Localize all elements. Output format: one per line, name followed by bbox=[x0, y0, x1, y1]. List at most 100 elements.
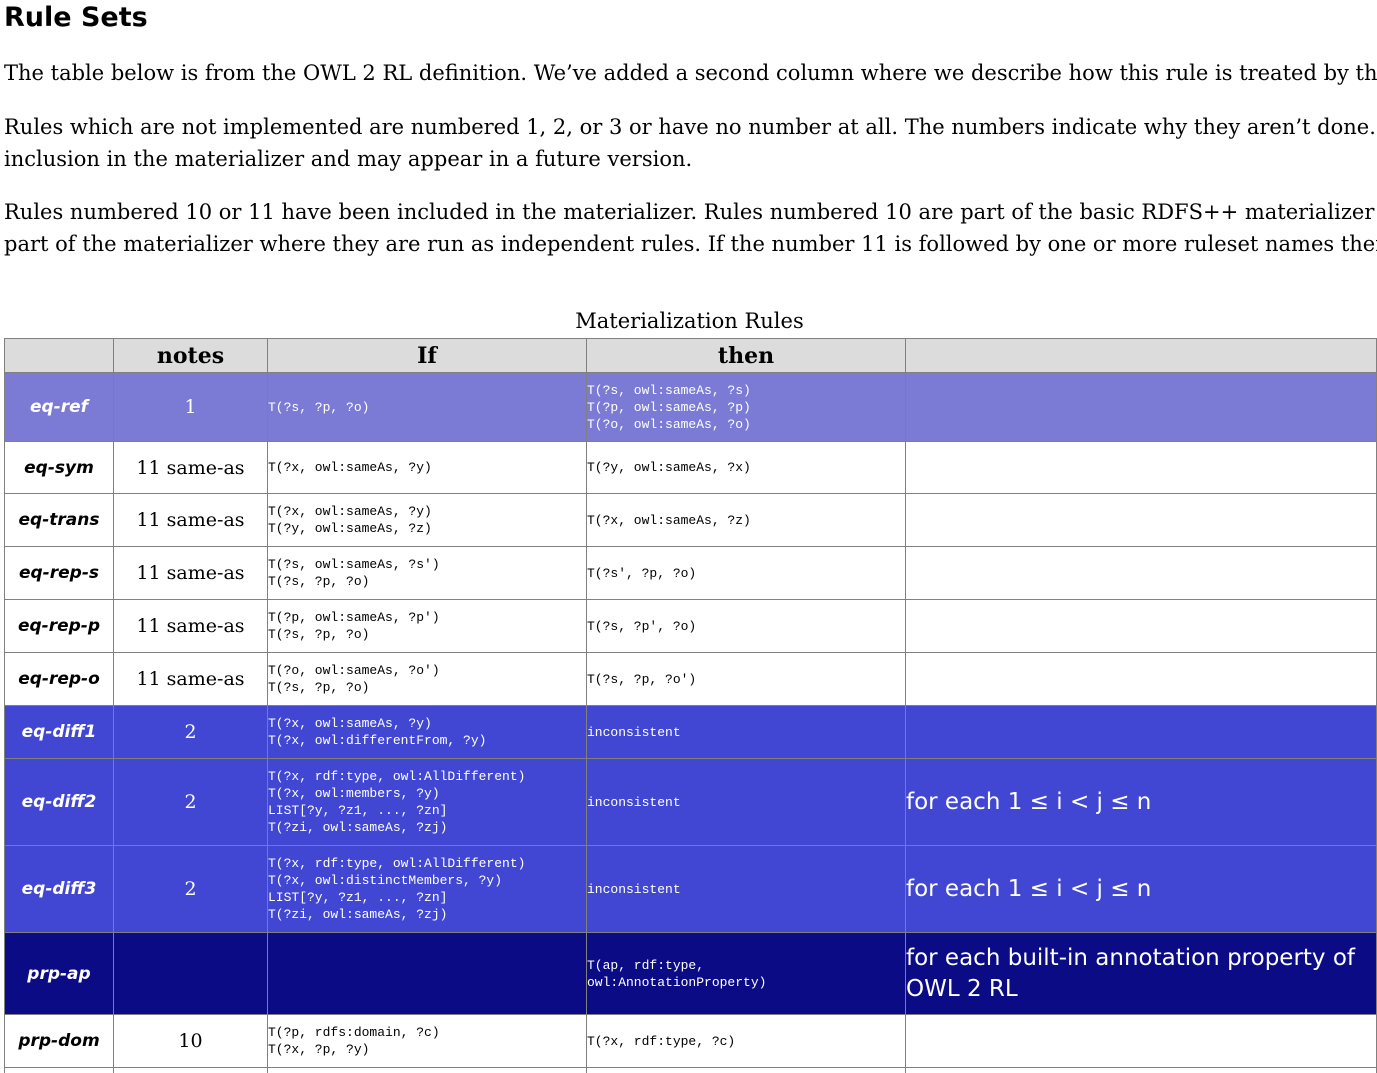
header-if: If bbox=[267, 338, 587, 373]
rule-name: prp-ap bbox=[4, 932, 114, 1015]
rule-notes: 11 same-as bbox=[113, 599, 268, 653]
rule-if-line: T(?x, owl:differentFrom, ?y) bbox=[268, 733, 487, 748]
rule-then-line: T(?p, owl:sameAs, ?p) bbox=[587, 399, 751, 415]
paragraph-line: part of the materializer where they are … bbox=[4, 231, 1377, 256]
rule-if-line: T(?s, ?p, ?o) bbox=[268, 574, 370, 589]
rule-notes: 11 same-as bbox=[113, 493, 268, 547]
header-notes: notes bbox=[113, 338, 268, 373]
rule-name: eq-ref bbox=[4, 372, 114, 442]
rule-if-cell: T(?s, owl:sameAs, ?s') T(?s, ?p, ?o) bbox=[267, 546, 587, 600]
rule-name: eq-rep-o bbox=[4, 652, 114, 706]
rule-if-line: T(?x, owl:sameAs, ?y) bbox=[268, 504, 432, 519]
rule-if-cell: T(?x, owl:sameAs, ?y) T(?x, owl:different… bbox=[267, 705, 587, 759]
page: Rule Sets The table below is from the OW… bbox=[0, 0, 1377, 1073]
rule-comment bbox=[905, 1067, 1377, 1073]
table-row: eq-sym 11 same-as T(?x, owl:sameAs, ?y) T(?… bbox=[4, 441, 1377, 494]
rule-notes: 1 bbox=[113, 372, 268, 442]
rule-comment: for each 1 ≤ i < j ≤ n bbox=[905, 845, 1377, 933]
table-body: eq-ref 1 T(?s, ?p, ?o) T(?s, owl:sameAs, ?s… bbox=[4, 372, 1377, 1073]
rule-then-line: T(?x, owl:sameAs, ?z) bbox=[587, 512, 751, 528]
rule-if-cell: T(?x, rdf:type, owl:AllDifferent) T(?x, o… bbox=[267, 758, 587, 846]
rule-then-cell: T(?y, owl:sameAs, ?x) bbox=[586, 441, 906, 494]
rule-if-line: T(?s, ?p, ?o) bbox=[268, 627, 370, 642]
rule-if-line: T(?s, ?p, ?o) bbox=[268, 399, 370, 415]
rule-name: eq-diff3 bbox=[4, 845, 114, 933]
paragraph-line: Rules which are not implemented are numb… bbox=[4, 115, 1377, 139]
rule-if-line: T(?s, owl:sameAs, ?s') bbox=[268, 557, 440, 572]
rule-then-line: T(?o, owl:sameAs, ?o) bbox=[587, 416, 751, 432]
rule-notes: 11 same-as bbox=[113, 441, 268, 494]
rule-then-cell: inconsistent bbox=[586, 705, 906, 759]
rule-then-line: T(?s, ?p, ?o') bbox=[587, 671, 697, 687]
rule-if-line: T(?zi, owl:sameAs, ?zj) bbox=[268, 907, 448, 922]
rule-then-cell: T(?s, owl:sameAs, ?s) T(?p, owl:sameAs, ?… bbox=[586, 372, 906, 442]
table-row: eq-diff2 2 T(?x, rdf:type, owl:AllDifferen… bbox=[4, 758, 1377, 846]
rule-comment: for each built-in annotation property of… bbox=[905, 932, 1377, 1015]
rule-if-line: T(?p, owl:sameAs, ?p') bbox=[268, 610, 440, 625]
rule-name: eq-sym bbox=[4, 441, 114, 494]
rule-name: prp-rng bbox=[4, 1067, 114, 1073]
rule-if-line: T(?p, rdfs:domain, ?c) bbox=[268, 1025, 440, 1040]
table-row: eq-trans 11 same-as T(?x, owl:sameAs, ?y) T… bbox=[4, 493, 1377, 547]
rule-if-line: T(?x, rdf:type, owl:AllDifferent) bbox=[268, 769, 526, 784]
rule-name: eq-diff2 bbox=[4, 758, 114, 846]
rule-if-cell: T(?p, rdfs:domain, ?c) T(?x, ?p, ?y) bbox=[267, 1014, 587, 1068]
rule-if-cell: T(?x, owl:sameAs, ?y) bbox=[267, 441, 587, 494]
rule-name: eq-diff1 bbox=[4, 705, 114, 759]
rule-if-line: T(?x, owl:distinctMembers, ?y) bbox=[268, 873, 503, 888]
rule-then-cell: T(ap, rdf:type, owl:AnnotationProperty) bbox=[586, 932, 906, 1015]
rule-notes: 2 bbox=[113, 705, 268, 759]
rule-comment bbox=[905, 546, 1377, 600]
rule-comment: for each 1 ≤ i < j ≤ n bbox=[905, 758, 1377, 846]
rule-if-line: LIST[?y, ?z1, ..., ?zn] bbox=[268, 803, 448, 818]
table-header-row: notes If then bbox=[4, 338, 1377, 373]
table-row: eq-rep-p 11 same-as T(?p, owl:sameAs, ?p')… bbox=[4, 599, 1377, 653]
rule-if-line: T(?zi, owl:sameAs, ?zj) bbox=[268, 820, 448, 835]
table-row: prp-ap T(ap, rdf:type, owl:AnnotationPrope… bbox=[4, 932, 1377, 1015]
rule-name: eq-trans bbox=[4, 493, 114, 547]
page-title: Rule Sets bbox=[4, 2, 148, 33]
rule-then-line: owl:AnnotationProperty) bbox=[587, 974, 767, 990]
rule-if-line: LIST[?y, ?z1, ..., ?zn] bbox=[268, 890, 448, 905]
table-row: eq-diff1 2 T(?x, owl:sameAs, ?y) T(?x, owl:… bbox=[4, 705, 1377, 759]
table-row: prp-dom 10 T(?p, rdfs:domain, ?c) T(?x, ?p,… bbox=[4, 1014, 1377, 1068]
rule-then-cell: T(?y, rdf:type, ?c) bbox=[586, 1067, 906, 1073]
rule-if-cell: T(?p, owl:sameAs, ?p') T(?s, ?p, ?o) bbox=[267, 599, 587, 653]
header-then: then bbox=[586, 338, 906, 373]
rule-if-line: T(?x, owl:sameAs, ?y) bbox=[268, 716, 432, 731]
table-row: eq-rep-s 11 same-as T(?s, owl:sameAs, ?s')… bbox=[4, 546, 1377, 600]
rule-then-line: inconsistent bbox=[587, 881, 681, 897]
rule-then-line: T(?x, rdf:type, ?c) bbox=[587, 1033, 736, 1049]
rule-if-line: T(?x, rdf:type, owl:AllDifferent) bbox=[268, 856, 526, 871]
rule-then-line: T(?s, owl:sameAs, ?s) bbox=[587, 382, 751, 398]
unimplemented-paragraph: Rules which are not implemented are numb… bbox=[4, 112, 1377, 175]
paragraph-line: inclusion in the materializer and may ap… bbox=[4, 146, 693, 171]
rule-notes: 10 bbox=[113, 1067, 268, 1073]
rule-if-cell: T(?p, rdfs:range, ?c)T(?x, ?p, ?y) bbox=[267, 1067, 587, 1073]
materialization-rules-table: notes If then eq-ref 1 T(?s, ?p, ?o) T(?s, … bbox=[4, 338, 1377, 1073]
rule-then-line: T(?s', ?p, ?o) bbox=[587, 565, 697, 581]
rule-then-cell: T(?x, rdf:type, ?c) bbox=[586, 1014, 906, 1068]
rule-then-cell: T(?s', ?p, ?o) bbox=[586, 546, 906, 600]
rule-name: eq-rep-s bbox=[4, 546, 114, 600]
implemented-paragraph: Rules numbered 10 or 11 have been includ… bbox=[4, 197, 1377, 260]
intro-paragraph: The table below is from the OWL 2 RL def… bbox=[4, 58, 1377, 90]
table-row: eq-rep-o 11 same-as T(?o, owl:sameAs, ?o')… bbox=[4, 652, 1377, 706]
rule-if-cell bbox=[267, 932, 587, 1015]
rule-if-line: T(?x, owl:members, ?y) bbox=[268, 786, 440, 801]
rule-name: eq-rep-p bbox=[4, 599, 114, 653]
rule-then-cell: T(?x, owl:sameAs, ?z) bbox=[586, 493, 906, 547]
table-row: eq-diff3 2 T(?x, rdf:type, owl:AllDifferen… bbox=[4, 845, 1377, 933]
rule-if-line: T(?s, ?p, ?o) bbox=[268, 680, 370, 695]
rule-then-line: T(?s, ?p', ?o) bbox=[587, 618, 697, 634]
rule-then-line: T(ap, rdf:type, bbox=[587, 957, 705, 973]
rule-then-cell: T(?s, ?p, ?o') bbox=[586, 652, 906, 706]
rule-then-line: inconsistent bbox=[587, 794, 681, 810]
rule-then-line: inconsistent bbox=[587, 724, 681, 740]
rule-if-line: T(?x, ?p, ?y) bbox=[268, 1042, 370, 1057]
rule-notes: 2 bbox=[113, 758, 268, 846]
rule-comment bbox=[905, 705, 1377, 759]
rule-then-line: T(?y, owl:sameAs, ?x) bbox=[587, 460, 751, 475]
rule-notes: 11 same-as bbox=[113, 652, 268, 706]
rule-comment bbox=[905, 652, 1377, 706]
